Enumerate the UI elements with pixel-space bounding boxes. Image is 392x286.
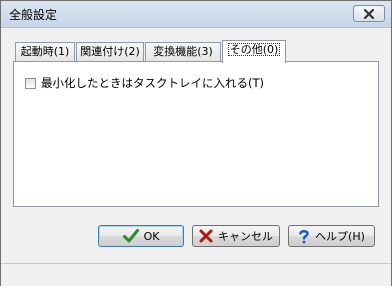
help-button[interactable]: ヘルプ(H) [288,225,375,247]
tab-conversion-label: 変換機能(3) [153,45,213,58]
status-bar [1,263,391,286]
close-icon [363,8,375,19]
tab-associations[interactable]: 関連付け(2) [76,42,144,61]
tab-startup[interactable]: 起動時(1) [15,42,75,61]
cancel-button-label: キャンセル [218,230,273,243]
checkmark-icon [122,229,139,243]
tab-other[interactable]: その他(0) [222,40,286,63]
tab-conversion[interactable]: 変換機能(3) [145,42,221,61]
tab-associations-label: 関連付け(2) [80,45,140,58]
question-icon [298,229,310,244]
tab-startup-label: 起動時(1) [20,45,70,58]
tab-panel-other: 最小化したときはタスクトレイに入れる(T) [13,61,379,207]
minimize-to-tray-label: 最小化したときはタスクトレイに入れる(T) [41,76,264,90]
ok-button[interactable]: OK [98,225,184,247]
settings-dialog: 全般設定 起動時(1) 関連付け(2) 変換機能(3) その他(0) 最小化した… [0,0,392,286]
window-title: 全般設定 [9,8,58,22]
cancel-button[interactable]: キャンセル [192,225,280,247]
minimize-to-tray-checkbox[interactable] [25,77,36,89]
x-icon [199,229,213,243]
tab-other-label: その他(0) [227,43,281,56]
title-bar: 全般設定 [1,1,391,28]
ok-button-label: OK [143,229,160,243]
minimize-to-tray-option[interactable]: 最小化したときはタスクトレイに入れる(T) [25,75,264,91]
help-button-label: ヘルプ(H) [315,230,365,243]
close-button[interactable] [353,5,385,22]
